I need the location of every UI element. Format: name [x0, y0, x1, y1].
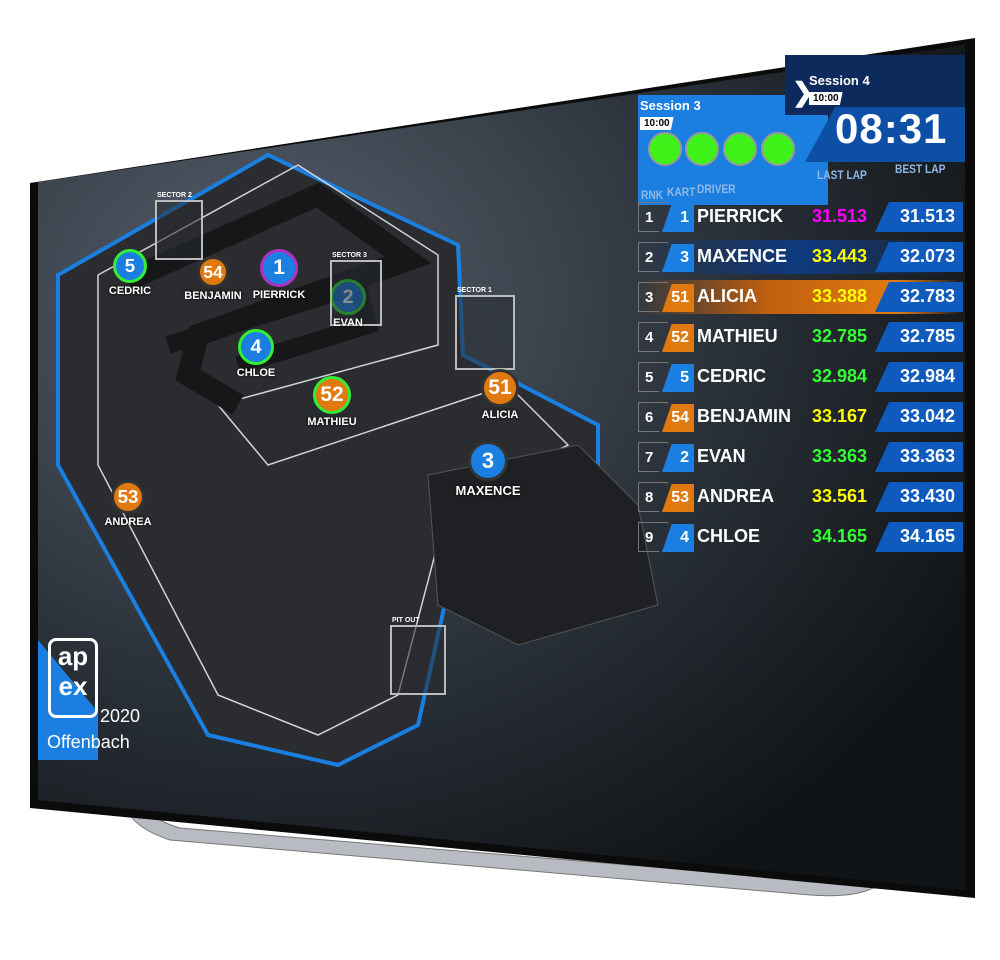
status-light: [648, 132, 682, 166]
driver-name: ALICIA: [697, 286, 757, 306]
kart-number: 2: [662, 444, 694, 472]
kart-marker-label: PIERRICK: [252, 289, 306, 301]
rank: 9: [638, 522, 668, 552]
kart-marker: 4: [238, 329, 274, 365]
rank: 8: [638, 482, 668, 512]
sector-1-box: SECTOR 1: [455, 287, 515, 370]
driver-name: CHLOE: [697, 526, 760, 546]
last-lap: 33.167: [811, 406, 867, 426]
leaderboard-row: 6 54 BENJAMIN 33.167 33.042: [638, 400, 963, 434]
rank: 1: [638, 202, 668, 232]
last-lap: 33.388: [811, 286, 867, 306]
session-clock: 08:31: [835, 105, 948, 152]
kart-marker: 54: [197, 256, 229, 288]
kart-marker: 2: [330, 279, 366, 315]
kart-marker: 51: [481, 369, 519, 407]
last-lap: 33.363: [811, 446, 867, 466]
kart-marker-label: MATHIEU: [307, 416, 357, 428]
last-lap: 32.785: [811, 326, 867, 346]
sector-label: SECTOR 2: [157, 192, 192, 199]
apex-timing-logo: ap ex: [48, 638, 98, 718]
last-lap: 33.443: [811, 246, 867, 266]
sector-label: PIT OUT: [392, 617, 420, 624]
leaderboard-row: 3 51 ALICIA 33.388 32.783: [638, 280, 963, 314]
kart-number: 53: [662, 484, 694, 512]
col-driver: DRIVER: [697, 182, 736, 196]
rank: 5: [638, 362, 668, 392]
leaderboard-panel: Session 3 10:00 ❯ Session 4 10:00 08:31 …: [635, 55, 965, 575]
driver-name: MAXENCE: [697, 246, 788, 266]
tv-display: SECTOR 2 SECTOR 3 SECTOR 1 PIT OUT 5 CEDR…: [0, 0, 1000, 960]
best-lap: 32.984: [875, 362, 963, 392]
col-kart: KART: [667, 185, 696, 199]
kart-marker: 53: [111, 480, 145, 514]
best-lap: 32.783: [875, 282, 963, 312]
kart-marker-label: CHLOE: [236, 367, 276, 379]
year: 2020: [100, 706, 141, 726]
kart-marker-label: CEDRIC: [108, 285, 152, 297]
rank: 3: [638, 282, 668, 312]
kart-number: 52: [662, 324, 694, 352]
driver-name: CEDRIC: [697, 366, 767, 386]
venue: Offenbach: [47, 732, 130, 752]
kart-marker: 1: [260, 249, 298, 287]
next-session-label: Session 4: [809, 73, 870, 88]
status-light: [685, 132, 719, 166]
leaderboard-row: 4 52 MATHIEU 32.785 32.785: [638, 320, 963, 354]
rank: 2: [638, 242, 668, 272]
kart-marker-label: EVAN: [333, 317, 363, 329]
driver-name: EVAN: [697, 446, 746, 466]
leaderboard-row: 9 4 CHLOE 34.165 34.165: [638, 520, 963, 554]
last-lap: 33.561: [811, 486, 867, 506]
sector-label: SECTOR 1: [457, 287, 492, 294]
kart-number: 4: [662, 524, 694, 552]
driver-name: BENJAMIN: [697, 406, 792, 426]
best-lap: 33.042: [875, 402, 963, 432]
sector-label: SECTOR 3: [332, 252, 367, 259]
last-lap: 31.513: [811, 206, 867, 226]
best-lap: 32.785: [875, 322, 963, 352]
sector-2-box: SECTOR 2: [155, 192, 203, 260]
kart-number: 1: [662, 204, 694, 232]
pit-out-box: PIT OUT: [390, 617, 446, 695]
leaderboard-row: 2 3 MAXENCE 33.443 32.073: [638, 240, 963, 274]
current-session-duration: 10:00: [640, 117, 674, 130]
leaderboard-row: 5 5 CEDRIC 32.984 32.984: [638, 360, 963, 394]
col-last-lap: LAST LAP: [817, 168, 867, 182]
best-lap: 34.165: [875, 522, 963, 552]
status-light: [761, 132, 795, 166]
driver-name: PIERRICK: [697, 206, 784, 226]
kart-marker-label: MAXENCE: [455, 483, 521, 498]
best-lap: 32.073: [875, 242, 963, 272]
rank: 7: [638, 442, 668, 472]
status-light: [723, 132, 757, 166]
driver-name: ANDREA: [697, 486, 775, 506]
kart-number: 54: [662, 404, 694, 432]
leaderboard-row: 8 53 ANDREA 33.561 33.430: [638, 480, 963, 514]
leaderboard-row: 1 1 PIERRICK 31.513 31.513: [638, 200, 963, 234]
kart-marker: 5: [113, 249, 147, 283]
kart-marker-label: ANDREA: [104, 516, 152, 528]
leaderboard-row: 7 2 EVAN 33.363 33.363: [638, 440, 963, 474]
current-session-label: Session 3: [640, 98, 701, 113]
next-session-duration: 10:00: [809, 92, 843, 105]
driver-name: MATHIEU: [697, 326, 778, 346]
kart-number: 5: [662, 364, 694, 392]
best-lap: 33.363: [875, 442, 963, 472]
col-best-lap: BEST LAP: [895, 162, 946, 176]
kart-marker-label: ALICIA: [481, 409, 519, 421]
rank: 6: [638, 402, 668, 432]
rank: 4: [638, 322, 668, 352]
last-lap: 34.165: [811, 526, 867, 546]
kart-number: 3: [662, 244, 694, 272]
kart-marker: 52: [313, 376, 351, 414]
best-lap: 31.513: [875, 202, 963, 232]
kart-number: 51: [662, 284, 694, 312]
kart-marker: 3: [468, 441, 508, 481]
best-lap: 33.430: [875, 482, 963, 512]
kart-marker-label: BENJAMIN: [184, 290, 242, 302]
last-lap: 32.984: [811, 366, 867, 386]
